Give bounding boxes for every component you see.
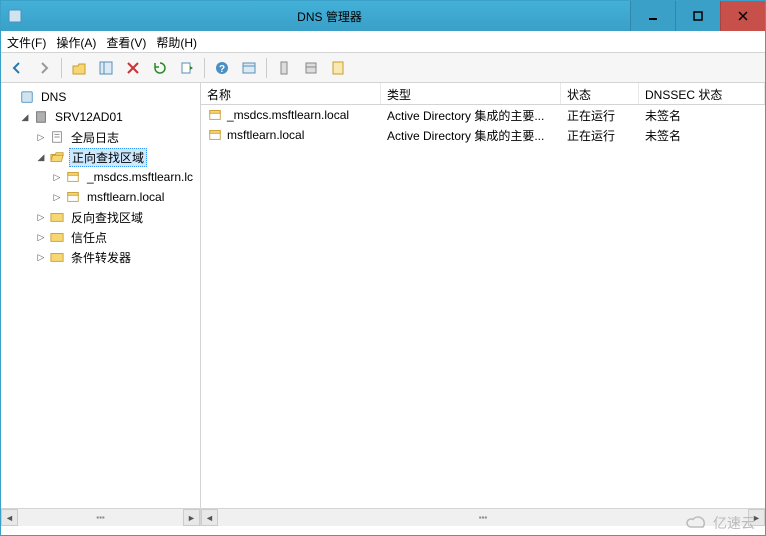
- watermark: 亿速云: [685, 513, 755, 533]
- toolbar-separator: [61, 58, 62, 78]
- expand-icon[interactable]: ▷: [35, 251, 47, 263]
- server-icon: [33, 109, 49, 125]
- tree-label: DNS: [39, 90, 68, 104]
- title-bar: DNS 管理器: [1, 1, 765, 31]
- tree-label: 反向查找区域: [69, 209, 145, 226]
- column-dnssec[interactable]: DNSSEC 状态: [639, 83, 765, 104]
- column-header: 名称 类型 状态 DNSSEC 状态: [201, 83, 765, 105]
- tree-label: 全局日志: [69, 129, 121, 146]
- cell-dnssec: 未签名: [639, 107, 765, 124]
- column-type[interactable]: 类型: [381, 83, 561, 104]
- tree-zone-msftlearn[interactable]: ▷ msftlearn.local: [1, 187, 200, 207]
- refresh-button[interactable]: [148, 56, 172, 80]
- scroll-track[interactable]: ▪▪▪: [218, 509, 748, 526]
- dns-icon: [19, 89, 35, 105]
- tree-forward-zone[interactable]: ◢ 正向查找区域: [1, 147, 200, 167]
- toolbar-separator: [204, 58, 205, 78]
- back-button[interactable]: [5, 56, 29, 80]
- window-title: DNS 管理器: [29, 8, 630, 25]
- tree-label: 正向查找区域: [69, 148, 147, 167]
- cell-type: Active Directory 集成的主要...: [381, 127, 561, 144]
- folder-icon: [49, 209, 65, 225]
- window-controls: [630, 1, 765, 31]
- collapse-icon[interactable]: ◢: [35, 151, 47, 163]
- scroll-track[interactable]: ▪▪▪: [18, 509, 183, 526]
- watermark-text: 亿速云: [713, 513, 755, 533]
- tree-label: 条件转发器: [69, 249, 133, 266]
- scroll-right-button[interactable]: ►: [183, 509, 200, 526]
- up-level-button[interactable]: [67, 56, 91, 80]
- menu-bar: 文件(F) 操作(A) 查看(V) 帮助(H): [1, 31, 765, 53]
- tree-label: SRV12AD01: [53, 110, 125, 124]
- menu-help[interactable]: 帮助(H): [156, 34, 197, 51]
- column-name[interactable]: 名称: [201, 83, 381, 104]
- help-button[interactable]: ?: [210, 56, 234, 80]
- expand-icon[interactable]: ▷: [35, 231, 47, 243]
- folder-icon: [49, 229, 65, 245]
- minimize-button[interactable]: [630, 1, 675, 31]
- zone-icon: [65, 189, 81, 205]
- content-area: DNS ◢ SRV12AD01 ▷ 全局日志 ◢ 正向查找区域 ▷ _msdcs…: [1, 83, 765, 509]
- collapse-icon[interactable]: ◢: [19, 111, 31, 123]
- scroll-left-button[interactable]: ◄: [201, 509, 218, 526]
- column-state[interactable]: 状态: [561, 83, 639, 104]
- tool-button-3[interactable]: [326, 56, 350, 80]
- toolbar-separator: [266, 58, 267, 78]
- expand-icon[interactable]: ▷: [35, 131, 47, 143]
- log-icon: [49, 129, 65, 145]
- cell-dnssec: 未签名: [639, 127, 765, 144]
- close-button[interactable]: [720, 1, 765, 31]
- cell-name: msftlearn.local: [227, 128, 304, 142]
- folder-open-icon: [49, 149, 65, 165]
- bottom-scrollbars: ◄ ▪▪▪ ► ◄ ▪▪▪ ►: [1, 509, 765, 526]
- svg-text:?: ?: [219, 64, 225, 75]
- cell-state: 正在运行: [561, 127, 639, 144]
- expand-icon[interactable]: ▷: [51, 191, 63, 203]
- collapse-icon[interactable]: [5, 91, 17, 103]
- expand-icon[interactable]: ▷: [35, 211, 47, 223]
- tree-trust-point[interactable]: ▷ 信任点: [1, 227, 200, 247]
- zone-icon: [207, 127, 223, 143]
- folder-icon: [49, 249, 65, 265]
- tree-server[interactable]: ◢ SRV12AD01: [1, 107, 200, 127]
- toolbar: ?: [1, 53, 765, 83]
- show-hide-tree-button[interactable]: [94, 56, 118, 80]
- tree-cond-forwarder[interactable]: ▷ 条件转发器: [1, 247, 200, 267]
- tree-global-log[interactable]: ▷ 全局日志: [1, 127, 200, 147]
- menu-view[interactable]: 查看(V): [106, 34, 146, 51]
- tree-body[interactable]: DNS ◢ SRV12AD01 ▷ 全局日志 ◢ 正向查找区域 ▷ _msdcs…: [1, 83, 200, 508]
- export-button[interactable]: [175, 56, 199, 80]
- zone-icon: [207, 107, 223, 123]
- tool-button-1[interactable]: [272, 56, 296, 80]
- scroll-left-button[interactable]: ◄: [1, 509, 18, 526]
- menu-operate[interactable]: 操作(A): [56, 34, 96, 51]
- list-body[interactable]: _msdcs.msftlearn.local Active Directory …: [201, 105, 765, 508]
- tree-pane: DNS ◢ SRV12AD01 ▷ 全局日志 ◢ 正向查找区域 ▷ _msdcs…: [1, 83, 201, 508]
- list-row[interactable]: _msdcs.msftlearn.local Active Directory …: [201, 105, 765, 125]
- maximize-button[interactable]: [675, 1, 720, 31]
- tree-label: 信任点: [69, 229, 109, 246]
- tree-reverse-zone[interactable]: ▷ 反向查找区域: [1, 207, 200, 227]
- list-row[interactable]: msftlearn.local Active Directory 集成的主要..…: [201, 125, 765, 145]
- cell-state: 正在运行: [561, 107, 639, 124]
- tree-label: _msdcs.msftlearn.lc: [85, 170, 195, 184]
- zone-icon: [65, 169, 81, 185]
- delete-button[interactable]: [121, 56, 145, 80]
- properties-button[interactable]: [237, 56, 261, 80]
- app-icon: [7, 8, 23, 24]
- tree-root-dns[interactable]: DNS: [1, 87, 200, 107]
- forward-button[interactable]: [32, 56, 56, 80]
- cell-name: _msdcs.msftlearn.local: [227, 108, 349, 122]
- tree-label: msftlearn.local: [85, 190, 166, 204]
- expand-icon[interactable]: ▷: [51, 171, 63, 183]
- list-pane: 名称 类型 状态 DNSSEC 状态 _msdcs.msftlearn.loca…: [201, 83, 765, 508]
- cell-type: Active Directory 集成的主要...: [381, 107, 561, 124]
- tree-zone-msdcs[interactable]: ▷ _msdcs.msftlearn.lc: [1, 167, 200, 187]
- tool-button-2[interactable]: [299, 56, 323, 80]
- menu-file[interactable]: 文件(F): [7, 34, 46, 51]
